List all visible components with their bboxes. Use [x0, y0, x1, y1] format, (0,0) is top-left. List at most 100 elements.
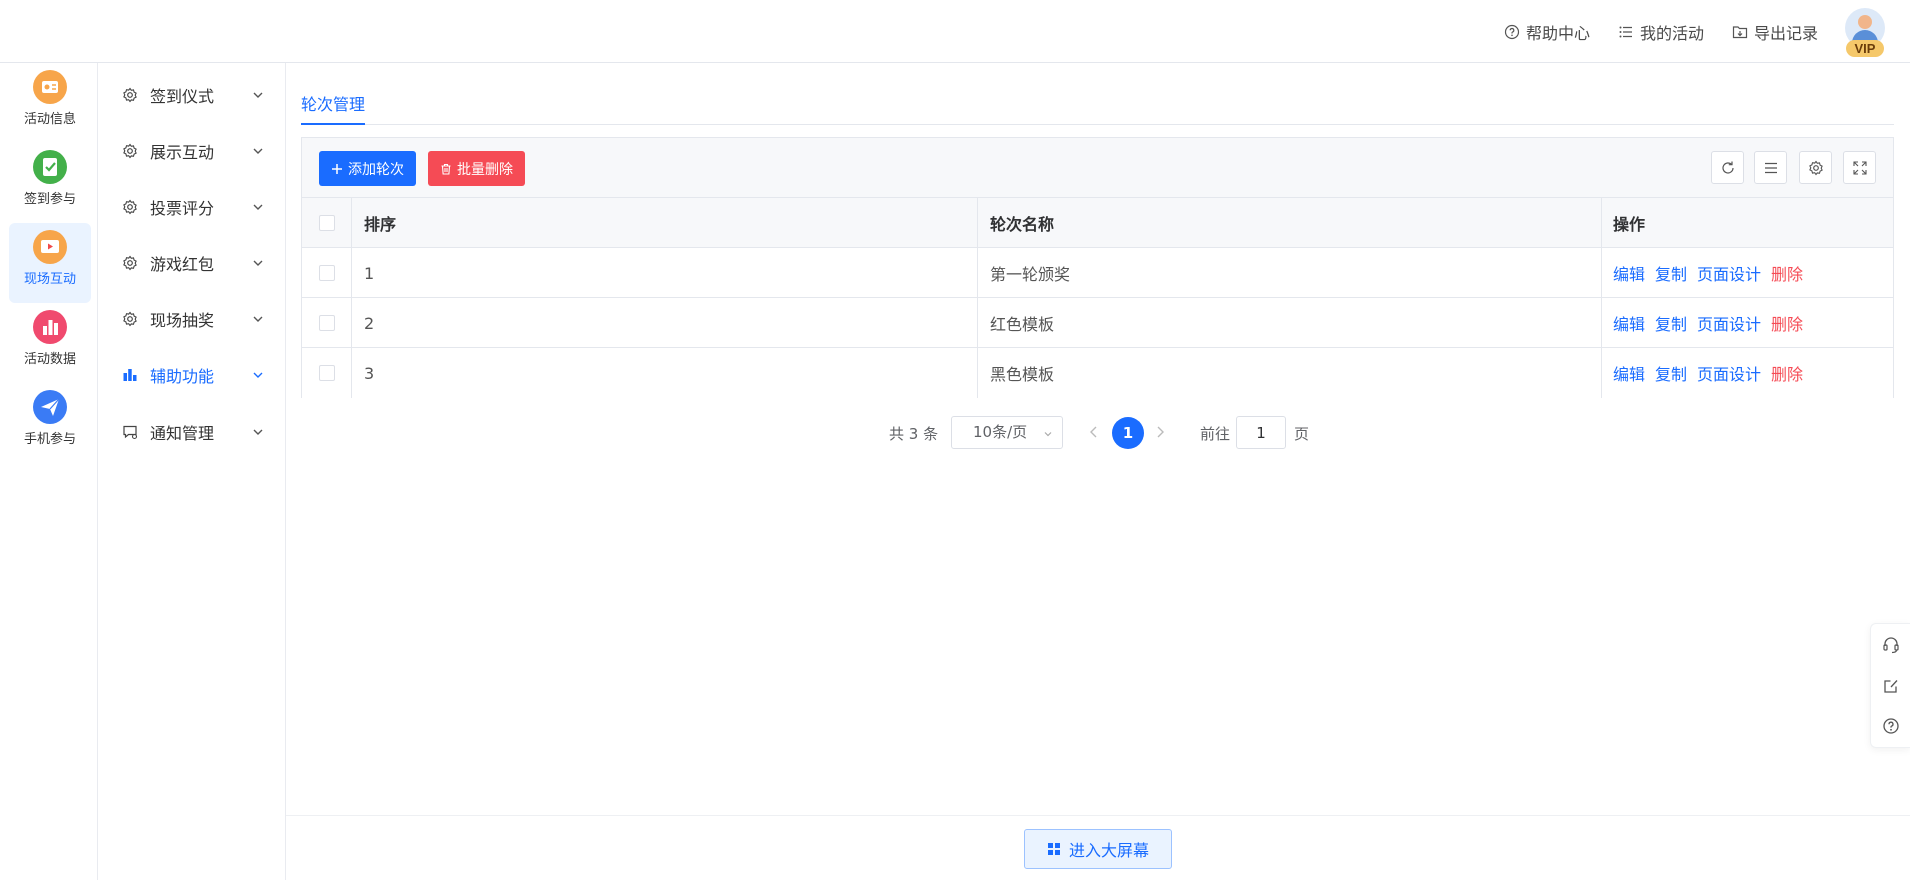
goto-page-input[interactable] [1236, 416, 1286, 449]
chevron-down-icon [253, 260, 263, 266]
copy-link[interactable]: 复制 [1655, 361, 1687, 385]
rail-label: 现场互动 [23, 272, 76, 287]
pagination: 共 3 条 10条/页 1 前往 页 [286, 416, 1910, 450]
row-check-cell [302, 248, 352, 298]
batch-delete-button[interactable]: 批量删除 [428, 151, 525, 186]
page-size-value: 10条/页 [973, 423, 1028, 441]
enter-big-screen-button[interactable]: 进入大屏幕 [1024, 829, 1172, 869]
sub-menu: 签到仪式 展示互动 投票评分 游戏红包 现场抽奖 辅助功能 通知管理 [98, 63, 286, 880]
gear-icon [123, 255, 137, 271]
delete-link[interactable]: 删除 [1771, 261, 1803, 285]
rail-label: 签到参与 [23, 192, 76, 207]
pagination-total: 共 3 条 [889, 425, 939, 443]
add-round-label: 添加轮次 [348, 161, 404, 178]
row-name: 红色模板 [978, 298, 1602, 348]
chevron-down-icon [253, 204, 263, 210]
export-records-label: 导出记录 [1753, 23, 1818, 43]
chevron-left-icon[interactable] [1088, 425, 1100, 439]
menu-item-vote-score[interactable]: 投票评分 [98, 187, 286, 227]
page-suffix-label: 页 [1294, 425, 1310, 443]
copy-link[interactable]: 复制 [1655, 311, 1687, 335]
goto-label: 前往 [1200, 425, 1231, 443]
chevron-down-icon [253, 148, 263, 154]
row-checkbox[interactable] [318, 315, 335, 331]
page-design-link[interactable]: 页面设计 [1697, 261, 1761, 285]
help-center-label: 帮助中心 [1525, 23, 1590, 43]
table-row: 3 黑色模板 编辑 复制 页面设计 删除 [302, 348, 1893, 398]
refresh-button[interactable] [1711, 151, 1744, 184]
tab-round-management[interactable]: 轮次管理 [301, 91, 366, 125]
rail-item-checkin[interactable]: 签到参与 [9, 143, 91, 223]
row-ops: 编辑 复制 页面设计 删除 [1602, 348, 1893, 398]
row-ops: 编辑 复制 页面设计 删除 [1602, 298, 1893, 348]
page-design-link[interactable]: 页面设计 [1697, 361, 1761, 385]
menu-label: 签到仪式 [150, 87, 215, 106]
rounds-table: 添加轮次 批量删除 排序 轮次名称 操作 1 第一轮颁奖 编辑 复制 页面设计 … [301, 137, 1894, 398]
grid-icon [1047, 843, 1060, 855]
menu-label: 辅助功能 [150, 367, 215, 386]
column-settings-button[interactable] [1799, 151, 1832, 184]
floating-tools [1870, 623, 1910, 748]
row-name: 黑色模板 [978, 348, 1602, 398]
paper-plane-icon [33, 390, 67, 424]
table-toolbar: 添加轮次 批量删除 [302, 138, 1893, 198]
rail-item-activity-info[interactable]: 活动信息 [9, 63, 91, 143]
page-number-current[interactable]: 1 [1112, 417, 1144, 449]
avatar-head [1858, 15, 1872, 29]
headset-icon[interactable] [1882, 636, 1900, 654]
help-circle-icon[interactable] [1882, 717, 1900, 735]
chevron-down-icon [253, 429, 263, 435]
delete-link[interactable]: 删除 [1771, 311, 1803, 335]
activity-info-icon [33, 70, 67, 104]
page-design-link[interactable]: 页面设计 [1697, 311, 1761, 335]
row-checkbox[interactable] [318, 265, 335, 281]
chevron-down-icon [1044, 432, 1052, 437]
export-records-link[interactable]: 导出记录 [1732, 20, 1818, 44]
gear-icon [123, 199, 137, 215]
fullscreen-button[interactable] [1843, 151, 1876, 184]
density-button[interactable] [1754, 151, 1787, 184]
menu-item-auxiliary[interactable]: 辅助功能 [98, 355, 286, 395]
rail-item-activity-data[interactable]: 活动数据 [9, 303, 91, 383]
edit-link[interactable]: 编辑 [1613, 311, 1645, 335]
my-activity-link[interactable]: 我的活动 [1618, 20, 1704, 44]
delete-link[interactable]: 删除 [1771, 361, 1803, 385]
row-order: 3 [352, 348, 978, 398]
menu-label: 现场抽奖 [150, 311, 215, 330]
column-header-order: 排序 [352, 198, 978, 248]
help-center-link[interactable]: 帮助中心 [1504, 20, 1590, 44]
gear-icon [123, 143, 137, 159]
column-header-ops: 操作 [1613, 215, 1646, 234]
menu-lines-icon [1764, 162, 1777, 173]
gear-icon [123, 87, 137, 103]
trash-icon [441, 163, 451, 175]
row-checkbox[interactable] [318, 365, 335, 381]
tab-bar: 轮次管理 [301, 63, 1894, 125]
list-icon [1619, 26, 1632, 37]
select-all-checkbox[interactable] [318, 215, 335, 231]
edit-link[interactable]: 编辑 [1613, 361, 1645, 385]
menu-item-game-redpacket[interactable]: 游戏红包 [98, 243, 286, 283]
rail-label: 手机参与 [23, 432, 76, 447]
chevron-right-icon[interactable] [1154, 425, 1166, 439]
edit-link[interactable]: 编辑 [1613, 261, 1645, 285]
rail-item-mobile-join[interactable]: 手机参与 [9, 383, 91, 463]
table-row: 1 第一轮颁奖 编辑 复制 页面设计 删除 [302, 248, 1893, 298]
bar-chart-icon [123, 369, 137, 381]
edit-note-icon[interactable] [1882, 677, 1900, 695]
row-order: 2 [352, 298, 978, 348]
menu-item-display-interact[interactable]: 展示互动 [98, 131, 286, 171]
menu-item-notification[interactable]: 通知管理 [98, 412, 286, 452]
gear-icon [1808, 160, 1823, 175]
row-order: 1 [352, 248, 978, 298]
user-avatar[interactable]: VIP [1844, 8, 1886, 57]
add-round-button[interactable]: 添加轮次 [319, 151, 416, 186]
main-content: 轮次管理 添加轮次 批量删除 排序 轮次名称 操作 1 第一轮颁奖 编辑 复制 … [286, 63, 1910, 880]
notification-icon [123, 425, 138, 440]
page-size-select[interactable]: 10条/页 [951, 416, 1063, 449]
footer-bar: 进入大屏幕 [286, 815, 1910, 880]
rail-item-live-interact[interactable]: 现场互动 [9, 223, 91, 303]
copy-link[interactable]: 复制 [1655, 261, 1687, 285]
menu-item-live-lottery[interactable]: 现场抽奖 [98, 299, 286, 339]
menu-item-checkin-ceremony[interactable]: 签到仪式 [98, 75, 286, 115]
